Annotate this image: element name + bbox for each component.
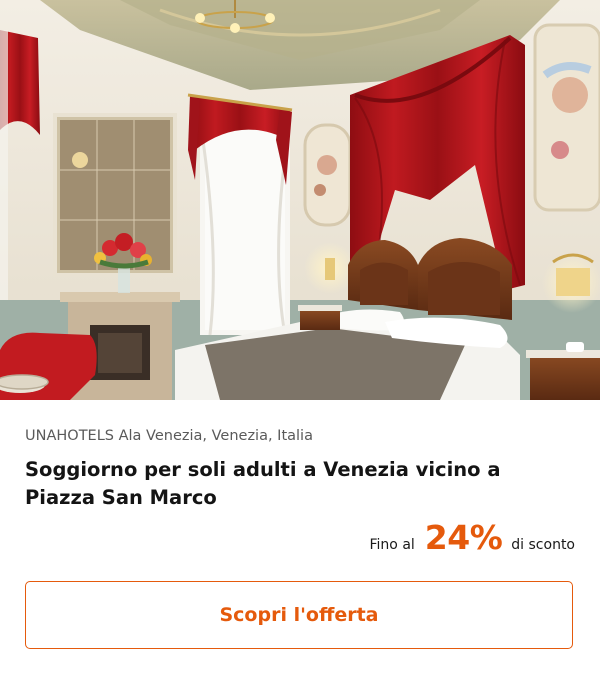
hotel-location: UNAHOTELS Ala Venezia, Venezia, Italia	[25, 428, 313, 444]
offer-card[interactable]: UNAHOTELS Ala Venezia, Venezia, Italia S…	[0, 0, 600, 676]
discount-info: Fino al 24% di sconto	[370, 518, 576, 568]
discount-value: 24%	[424, 518, 503, 557]
discount-prefix: Fino al	[369, 537, 415, 553]
discover-offer-button[interactable]: Scopri l'offerta	[25, 581, 573, 649]
hotel-room-illustration	[0, 0, 600, 400]
offer-title[interactable]: Soggiorno per soli adulti a Venezia vici…	[25, 456, 573, 512]
discount-suffix: di sconto	[511, 537, 575, 553]
hotel-room-photo[interactable]	[0, 0, 600, 400]
